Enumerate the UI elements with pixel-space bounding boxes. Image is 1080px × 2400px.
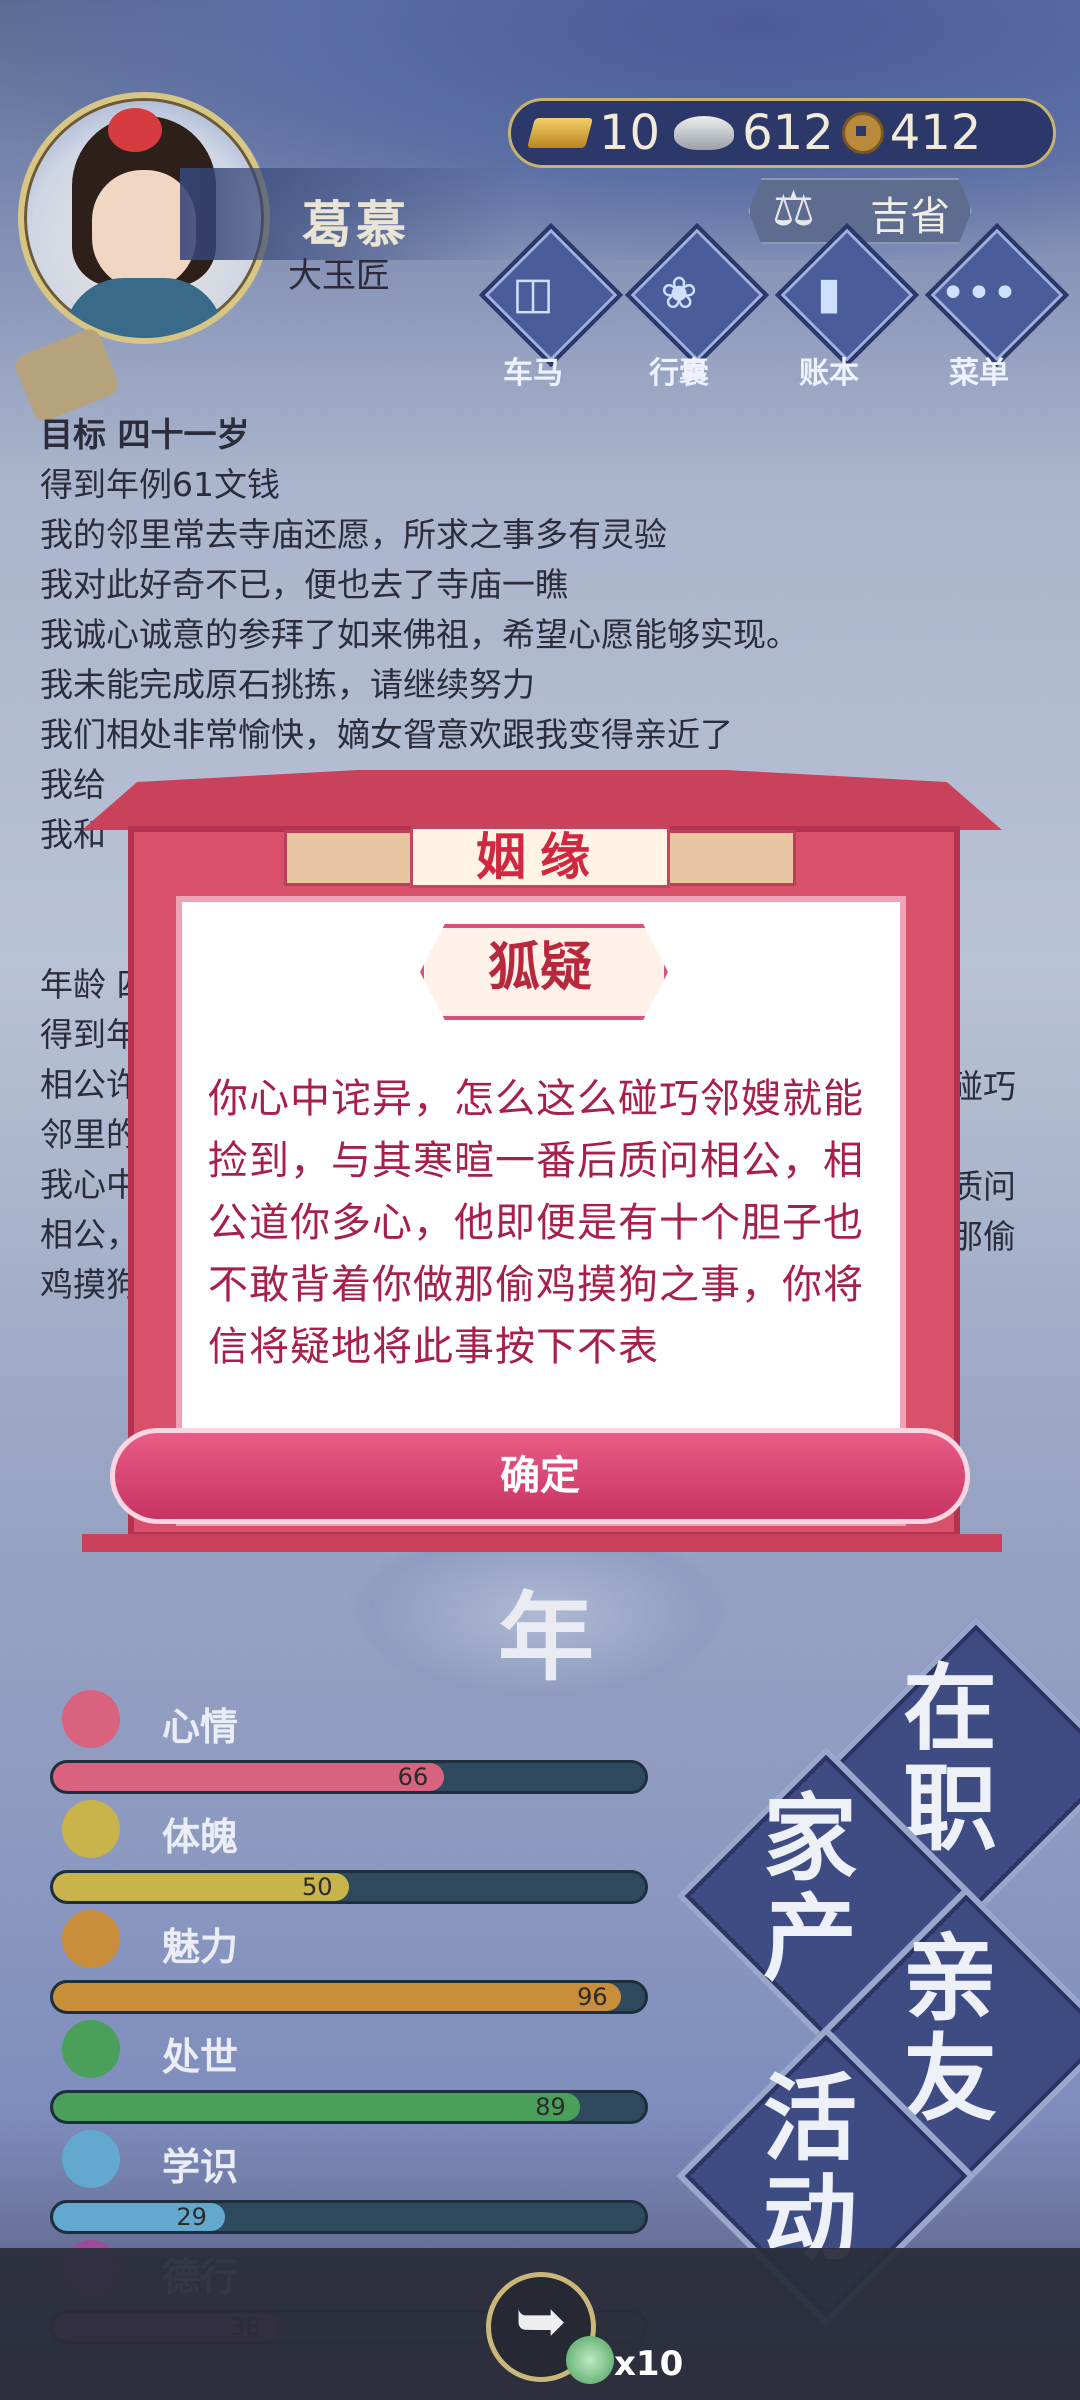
dialog-body-text: 你心中诧异，怎么这么碰巧邻嫂就能捡到，与其寒暄一番后质问相公，相公道你多心，他即… — [208, 1076, 864, 1370]
more-icon: ••• — [940, 268, 1018, 319]
log-line: 得到年例61文钱 — [40, 465, 280, 504]
stat-bar: 96 — [50, 1980, 648, 2014]
bag-icon: ❀ — [660, 268, 698, 319]
stat-label: 体魄 — [162, 1815, 239, 1859]
log-line: 我对此好奇不已，便也去了寺庙一瞧 — [40, 565, 568, 604]
stat-bar: 89 — [50, 2090, 648, 2124]
log-line: 我诚心诚意的参拜了如来佛祖，希望心愿能够实现。 — [40, 615, 799, 654]
stat-value: 50 — [302, 1873, 333, 1901]
log-line: 我的邻里常去寺庙还愿，所求之事多有灵验 — [40, 515, 667, 554]
dialog-header-title: 姻缘 — [410, 826, 670, 888]
ingot-icon — [62, 2020, 120, 2078]
stat-value: 89 — [535, 2093, 566, 2121]
books-icon — [62, 2130, 120, 2188]
stat-bar: 50 — [50, 1870, 648, 1904]
stat-value: 66 — [397, 1763, 429, 1791]
stat-bar: 66 — [50, 1760, 648, 1794]
modal-roof — [82, 770, 1002, 830]
player-name: 葛慕 — [302, 196, 410, 254]
stat-label: 学识 — [162, 2145, 239, 2189]
gold-amount: 10 — [599, 105, 661, 161]
dialog-subtitle: 狐疑 — [487, 938, 592, 998]
silver-amount: 612 — [742, 105, 834, 161]
stat-label: 处世 — [162, 2035, 239, 2079]
modal-base — [82, 1534, 1002, 1552]
stat-label: 心情 — [162, 1705, 239, 1749]
year-character: 年 — [498, 1582, 594, 1694]
stat-bar: 29 — [50, 2200, 648, 2234]
silver-ingot-icon — [674, 116, 735, 150]
share-multiplier: x10 — [614, 2344, 684, 2384]
log-line: 我未能完成原石挑拣，请继续努力 — [40, 665, 535, 704]
stat-value: 29 — [176, 2203, 207, 2231]
confirm-button-label[interactable]: 确定 — [110, 1428, 970, 1524]
stat-bar-fill — [53, 1763, 444, 1791]
ledger-icon: ▮ — [816, 268, 842, 319]
action-activity-label[interactable]: 活动 — [740, 2070, 880, 2270]
menu-bag-button[interactable]: ❀ 行囊 — [618, 222, 770, 391]
menu-ledger-button[interactable]: ▮ 账本 — [768, 222, 920, 391]
stat-bar-fill — [53, 1983, 622, 2011]
gold-bar-icon — [526, 118, 594, 148]
carriage-icon: ◫ — [512, 268, 554, 319]
flower-icon — [62, 1690, 120, 1748]
stat-value: 96 — [577, 1983, 608, 2011]
copper-coin-icon — [841, 112, 884, 154]
lantern-icon — [62, 1800, 120, 1858]
menu-more-button[interactable]: ••• 菜单 — [918, 222, 1070, 391]
menu-carriage-button[interactable]: ◫ 车马 — [472, 222, 624, 391]
log-line: 我们相处非常愉快，嫡女眢意欢跟我变得亲近了 — [40, 715, 733, 754]
stat-bar-fill — [53, 2093, 580, 2121]
log-section-title: 目标 四十一岁 — [40, 415, 250, 454]
player-title: 大玉匠 — [288, 256, 390, 296]
stat-label: 魅力 — [162, 1925, 239, 1969]
currency-bar: 10 612 412 — [508, 98, 1056, 168]
jade-coin-icon — [566, 2336, 614, 2384]
action-property-label[interactable]: 家产 — [740, 1790, 880, 1990]
mirror-icon — [62, 1910, 120, 1968]
action-family-label[interactable]: 亲友 — [880, 1930, 1020, 2130]
copper-amount: 412 — [889, 105, 982, 161]
